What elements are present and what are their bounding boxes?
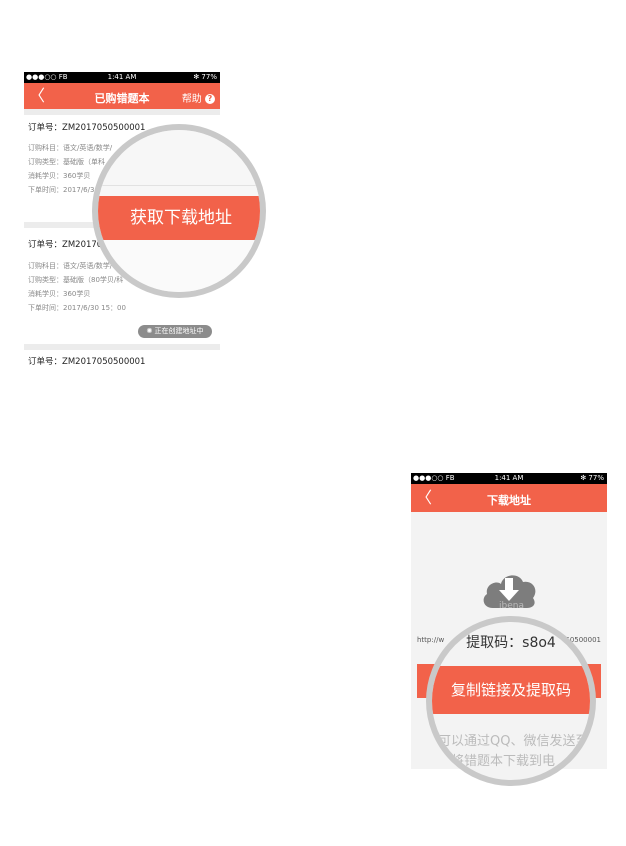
battery-indicator: ✻ 77% <box>580 474 604 482</box>
magnifier-lens: 获取下载地址 <box>92 124 266 298</box>
status-badge: ✺ 正在创建地址中 <box>138 325 212 338</box>
divider <box>98 185 260 186</box>
status-text: 正在创建地址中 <box>154 327 204 335</box>
order-cost: 消耗学贝：360学贝 <box>28 290 91 298</box>
loading-spinner-icon: ✺ <box>146 327 155 335</box>
status-bar: ●●●○○ FB 1:41 AM ✻ 77% <box>24 72 220 83</box>
order-time: 下单时间：2017/6/30 15：00 <box>28 304 126 312</box>
order-time: 下单时间：2017/6/3 <box>28 186 95 194</box>
magnifier-lens: 提取码：s8o4 复制链接及提取码 可以通过QQ、微信发送至 可将错题本下载到电 <box>426 616 596 786</box>
help-button[interactable]: 帮助 ? <box>182 90 215 105</box>
help-icon: ? <box>205 94 215 104</box>
battery-indicator: ✻ 77% <box>193 73 217 81</box>
clock: 1:41 AM <box>107 73 137 81</box>
copy-link-and-code-button[interactable]: 复制链接及提取码 <box>432 666 590 714</box>
divider <box>24 344 220 350</box>
nav-bar: 〈 下载地址 <box>411 484 607 512</box>
get-download-address-button[interactable]: 获取下载地址 <box>98 196 260 240</box>
status-bar: ●●●○○ FB 1:41 AM ✻ 77% <box>411 473 607 484</box>
order-number: 订单号：ZM201705 <box>28 240 108 250</box>
divider <box>24 109 220 115</box>
hint-text: 可以通过QQ、微信发送至 <box>438 734 589 749</box>
order-cost: 消耗学贝：360学贝 <box>28 172 91 180</box>
clock: 1:41 AM <box>494 474 524 482</box>
lens-background <box>98 240 260 292</box>
page-title: 下载地址 <box>487 494 531 507</box>
extraction-code: 提取码：s8o4 <box>466 635 556 651</box>
ghost-text: ibena <box>499 601 524 611</box>
hint-text: 可将错题本下载到电 <box>438 754 556 769</box>
help-label: 帮助 <box>181 94 202 105</box>
order-number: 订单号：ZM2017050500001 <box>28 357 146 367</box>
nav-bar: 〈 已购错题本 帮助 ? <box>24 83 220 109</box>
lens-background <box>98 130 260 196</box>
order-type: 订购类型：基础版（单科 <box>28 158 105 166</box>
